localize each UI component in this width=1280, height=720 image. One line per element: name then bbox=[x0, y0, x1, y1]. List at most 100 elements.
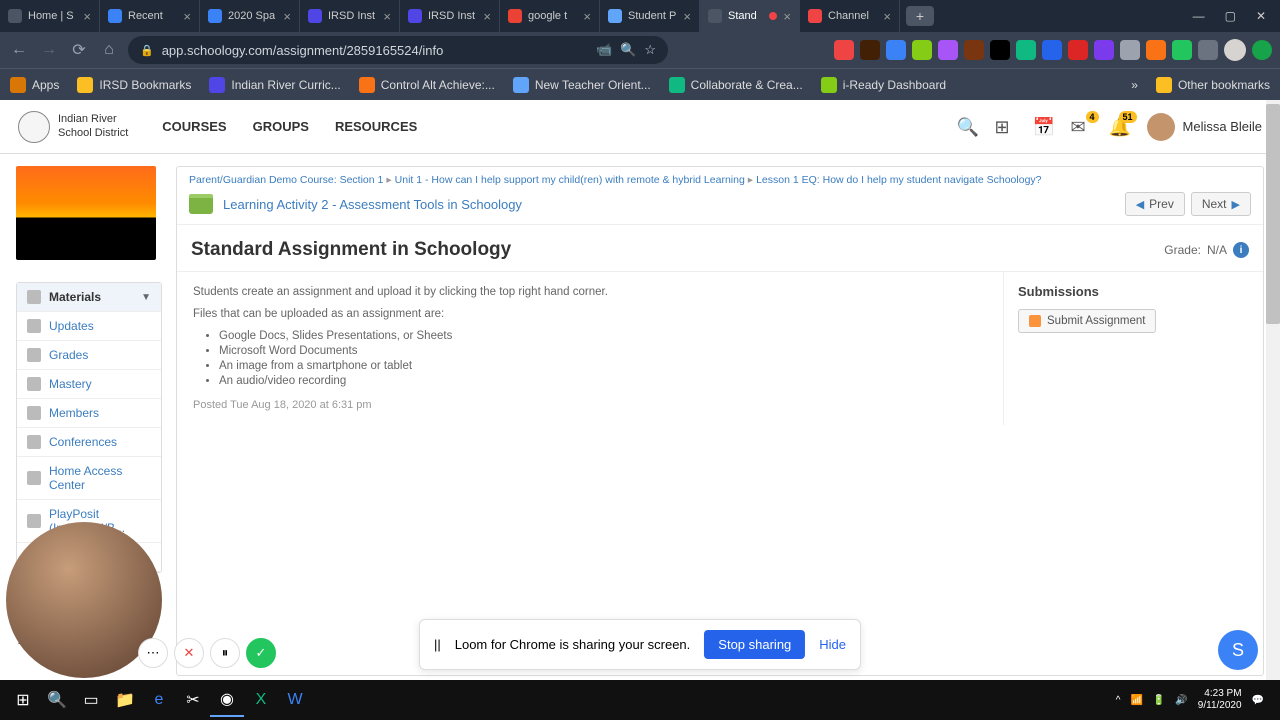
back-button[interactable]: ← bbox=[8, 39, 30, 61]
info-icon[interactable]: i bbox=[1233, 242, 1249, 258]
prev-button[interactable]: ◀Prev bbox=[1125, 192, 1185, 216]
bookmark-item[interactable]: i-Ready Dashboard bbox=[821, 77, 946, 93]
apps-icon[interactable]: ⊞ bbox=[995, 117, 1015, 137]
excel-icon[interactable]: X bbox=[244, 683, 278, 717]
breadcrumb-link[interactable]: Parent/Guardian Demo Course: Section 1 bbox=[189, 174, 383, 186]
bookmark-item[interactable]: IRSD Bookmarks bbox=[77, 77, 191, 93]
sidebar-item-conferences[interactable]: Conferences bbox=[17, 428, 161, 457]
sidebar-item-home-access[interactable]: Home Access Center bbox=[17, 457, 161, 500]
district-logo[interactable]: Indian River School District bbox=[18, 111, 128, 143]
start-button[interactable]: ⊞ bbox=[6, 683, 40, 717]
browser-tab[interactable]: Home | S× bbox=[0, 0, 100, 32]
bookmark-item[interactable]: Collaborate & Crea... bbox=[669, 77, 803, 93]
extension-icon[interactable] bbox=[1198, 40, 1218, 60]
extension-icon[interactable] bbox=[1120, 40, 1140, 60]
forward-button[interactable]: → bbox=[38, 39, 60, 61]
close-icon[interactable]: × bbox=[883, 9, 891, 24]
home-button[interactable]: ⌂ bbox=[98, 39, 120, 61]
star-icon[interactable]: ☆ bbox=[644, 42, 656, 58]
close-icon[interactable]: × bbox=[583, 9, 591, 24]
extension-icon[interactable] bbox=[1172, 40, 1192, 60]
browser-tab[interactable]: IRSD Inst× bbox=[300, 0, 400, 32]
close-icon[interactable]: × bbox=[483, 9, 491, 24]
extension-icon[interactable] bbox=[1068, 40, 1088, 60]
scroll-thumb[interactable] bbox=[1266, 104, 1280, 324]
nav-courses[interactable]: COURSES bbox=[162, 119, 226, 134]
sidebar-item-materials[interactable]: Materials▼ bbox=[17, 283, 161, 312]
zoom-icon[interactable]: 🔍 bbox=[620, 42, 636, 58]
notifications-icon[interactable]: 💬 bbox=[1252, 695, 1264, 706]
sidebar-item-mastery[interactable]: Mastery bbox=[17, 370, 161, 399]
browser-tab[interactable]: IRSD Inst× bbox=[400, 0, 500, 32]
loom-more-button[interactable]: ⋯ bbox=[138, 638, 168, 668]
close-icon[interactable]: × bbox=[683, 9, 691, 24]
ie-icon[interactable]: e bbox=[142, 683, 176, 717]
extension-icon[interactable] bbox=[1252, 40, 1272, 60]
browser-tab[interactable]: Student P× bbox=[600, 0, 700, 32]
extension-icon[interactable] bbox=[1094, 40, 1114, 60]
close-window-icon[interactable]: ✕ bbox=[1256, 9, 1266, 23]
volume-icon[interactable]: 🔊 bbox=[1175, 695, 1187, 706]
close-icon[interactable]: × bbox=[383, 9, 391, 24]
sidebar-item-members[interactable]: Members bbox=[17, 399, 161, 428]
browser-tab[interactable]: Recent× bbox=[100, 0, 200, 32]
schoology-bubble[interactable]: S bbox=[1218, 630, 1258, 670]
breadcrumb-link[interactable]: Unit 1 - How can I help support my child… bbox=[395, 174, 745, 186]
browser-tab[interactable]: Channel× bbox=[800, 0, 900, 32]
network-icon[interactable]: 📶 bbox=[1130, 695, 1142, 706]
tray-chevron-icon[interactable]: ^ bbox=[1116, 695, 1121, 706]
minimize-icon[interactable]: — bbox=[1193, 9, 1205, 23]
bookmark-overflow[interactable]: » bbox=[1131, 78, 1138, 92]
close-icon[interactable]: × bbox=[83, 9, 91, 24]
close-icon[interactable]: × bbox=[283, 9, 291, 24]
browser-tab[interactable]: 2020 Spa× bbox=[200, 0, 300, 32]
loom-cancel-button[interactable]: ✕ bbox=[174, 638, 204, 668]
battery-icon[interactable]: 🔋 bbox=[1153, 695, 1165, 706]
nav-resources[interactable]: RESOURCES bbox=[335, 119, 417, 134]
snip-icon[interactable]: ✂ bbox=[176, 683, 210, 717]
extension-icon[interactable] bbox=[860, 40, 880, 60]
extension-icon[interactable] bbox=[1146, 40, 1166, 60]
bell-icon[interactable]: 🔔51 bbox=[1109, 117, 1129, 137]
submit-assignment-button[interactable]: Submit Assignment bbox=[1018, 309, 1156, 333]
course-image[interactable] bbox=[16, 166, 156, 260]
scrollbar[interactable] bbox=[1266, 100, 1280, 680]
sidebar-item-updates[interactable]: Updates bbox=[17, 312, 161, 341]
new-tab-button[interactable]: + bbox=[906, 6, 934, 26]
extension-icon[interactable] bbox=[1016, 40, 1036, 60]
browser-tab-active[interactable]: Stand× bbox=[700, 0, 800, 32]
bookmark-item[interactable]: New Teacher Orient... bbox=[513, 77, 651, 93]
extension-icon[interactable] bbox=[886, 40, 906, 60]
user-menu[interactable]: Melissa Bleile bbox=[1147, 113, 1262, 141]
search-icon[interactable]: 🔍 bbox=[957, 117, 977, 137]
url-field[interactable]: 🔒 app.schoology.com/assignment/285916552… bbox=[128, 36, 668, 64]
mail-icon[interactable]: ✉4 bbox=[1071, 117, 1091, 137]
other-bookmarks[interactable]: Other bookmarks bbox=[1156, 77, 1270, 93]
nav-groups[interactable]: GROUPS bbox=[253, 119, 309, 134]
maximize-icon[interactable]: ▢ bbox=[1225, 9, 1236, 23]
next-button[interactable]: Next▶ bbox=[1191, 192, 1251, 216]
extension-icon[interactable] bbox=[990, 40, 1010, 60]
taskview-icon[interactable]: ▭ bbox=[74, 683, 108, 717]
calendar-icon[interactable]: 📅 bbox=[1033, 117, 1053, 137]
close-icon[interactable]: × bbox=[783, 9, 791, 24]
extension-icon[interactable] bbox=[964, 40, 984, 60]
reload-button[interactable]: ⟳ bbox=[68, 39, 90, 61]
word-icon[interactable]: W bbox=[278, 683, 312, 717]
extension-icon[interactable] bbox=[938, 40, 958, 60]
extension-icon[interactable] bbox=[912, 40, 932, 60]
browser-tab[interactable]: google t× bbox=[500, 0, 600, 32]
close-icon[interactable]: × bbox=[183, 9, 191, 24]
explorer-icon[interactable]: 📁 bbox=[108, 683, 142, 717]
extension-icon[interactable] bbox=[1042, 40, 1062, 60]
folder-link[interactable]: Learning Activity 2 - Assessment Tools i… bbox=[223, 197, 522, 212]
loom-pause-button[interactable]: ⏸ bbox=[210, 638, 240, 668]
chrome-icon[interactable]: ◉ bbox=[210, 683, 244, 717]
search-taskbar-icon[interactable]: 🔍 bbox=[40, 683, 74, 717]
bookmark-item[interactable]: Control Alt Achieve:... bbox=[359, 77, 495, 93]
clock[interactable]: 4:23 PM 9/11/2020 bbox=[1198, 688, 1242, 712]
hide-link[interactable]: Hide bbox=[819, 637, 846, 652]
stop-sharing-button[interactable]: Stop sharing bbox=[704, 630, 805, 659]
profile-avatar[interactable] bbox=[1224, 39, 1246, 61]
loom-done-button[interactable]: ✓ bbox=[246, 638, 276, 668]
